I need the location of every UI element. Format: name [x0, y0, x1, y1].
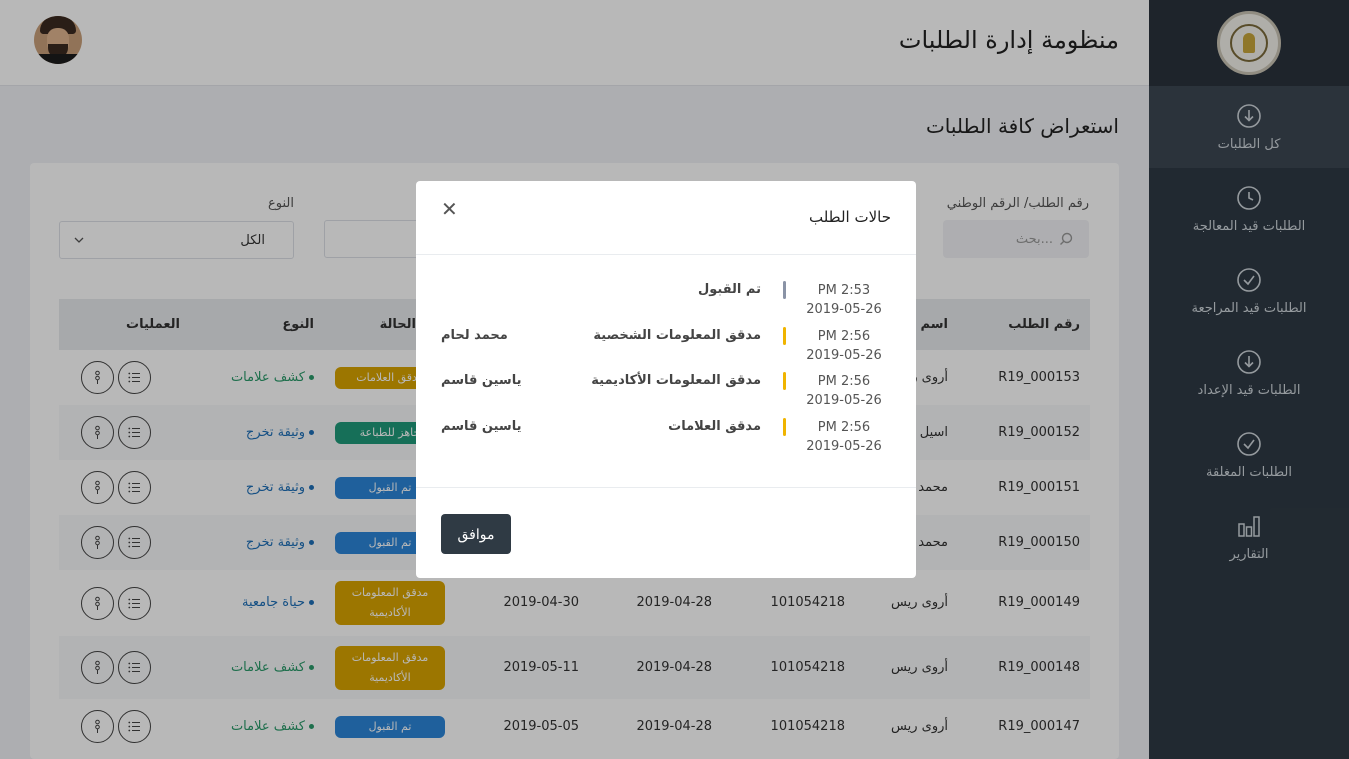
status-name: مدقق العلامات [668, 419, 761, 434]
status-date: 2019-05-26 [806, 302, 882, 317]
status-name: مدقق المعلومات الأكاديمية [591, 373, 761, 388]
modal-title: حالات الطلب [808, 208, 891, 226]
status-history-item: PM 2:56 2019-05-26 مدقق العلامات ياسين قاسم [416, 418, 916, 458]
status-date: 2019-05-26 [806, 439, 882, 454]
modal-header: حالات الطلب ✕ [416, 181, 916, 255]
status-user: ياسين قاسم [441, 373, 522, 388]
status-time: PM 2:56 [817, 420, 871, 435]
status-date: 2019-05-26 [806, 348, 882, 363]
status-name: تم القبول [697, 282, 761, 297]
status-marker [783, 281, 786, 299]
status-time: PM 2:56 [817, 329, 871, 344]
status-time: PM 2:53 [817, 283, 871, 298]
status-timestamp: PM 2:56 2019-05-26 [806, 372, 882, 410]
status-date: 2019-05-26 [806, 393, 882, 408]
status-timestamp: PM 2:53 2019-05-26 [806, 281, 882, 319]
status-marker [783, 418, 786, 436]
status-time: PM 2:56 [817, 374, 871, 389]
status-timestamp: PM 2:56 2019-05-26 [806, 327, 882, 365]
status-history-item: PM 2:56 2019-05-26 مدقق المعلومات الأكاديم… [416, 372, 916, 412]
status-user: محمد لحام [441, 328, 508, 343]
close-icon[interactable]: ✕ [441, 197, 458, 221]
status-history-item: PM 2:53 2019-05-26 تم القبول [416, 281, 916, 321]
modal-footer: موافق [416, 487, 916, 578]
ok-button[interactable]: موافق [441, 514, 511, 554]
request-status-modal: حالات الطلب ✕ PM 2:53 2019-05-26 تم القبول… [416, 181, 916, 578]
status-marker [783, 327, 786, 345]
status-history-item: PM 2:56 2019-05-26 مدقق المعلومات الشخصية م… [416, 327, 916, 367]
status-marker [783, 372, 786, 390]
status-name: مدقق المعلومات الشخصية [593, 328, 761, 343]
status-timestamp: PM 2:56 2019-05-26 [806, 418, 882, 456]
status-user: ياسين قاسم [441, 419, 522, 434]
